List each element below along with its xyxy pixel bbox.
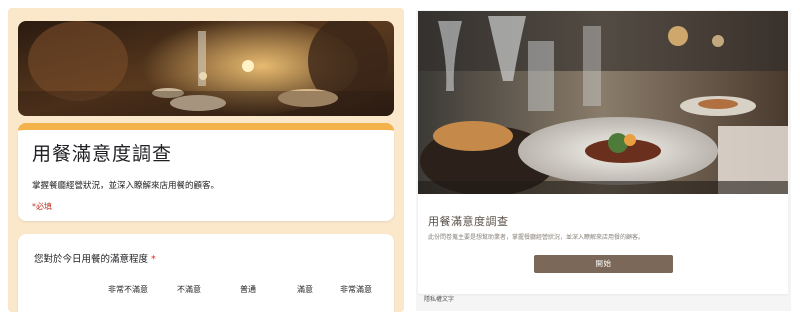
welcome-card: 用餐滿意度調查 此份問卷蒐主要是想幫助業者，掌握餐廳經營狀況，並深入瞭解來店用餐… bbox=[418, 194, 788, 294]
option-satisfied[interactable]: 滿意 bbox=[297, 284, 313, 295]
left-form-preview: 用餐滿意度調查 掌握餐廳經營狀況，並深入瞭解來店用餐的顧客。 *必填 您對於今日… bbox=[8, 8, 404, 312]
required-star: * bbox=[151, 254, 156, 265]
option-very-dissatisfied[interactable]: 非常不滿意 bbox=[108, 284, 148, 295]
form-title-alt: 用餐滿意度調查 bbox=[428, 215, 509, 228]
restaurant-photo bbox=[418, 11, 788, 194]
form-description-alt: 此份問卷蒐主要是想幫助業者，掌握餐廳經營狀況，並深入瞭解來店用餐的顧客。 bbox=[428, 234, 645, 241]
question-card: 您對於今日用餐的滿意程度 * 非常不滿意 不滿意 普通 滿意 非常滿意 bbox=[18, 234, 394, 312]
rating-scale: 非常不滿意 不滿意 普通 滿意 非常滿意 bbox=[34, 284, 388, 296]
option-neutral[interactable]: 普通 bbox=[240, 284, 256, 295]
form-header-card: 用餐滿意度調查 掌握餐廳經營狀況，並深入瞭解來店用餐的顧客。 *必填 bbox=[18, 123, 394, 221]
right-form-preview: 用餐滿意度調查 此份問卷蒐主要是想幫助業者，掌握餐廳經營狀況，並深入瞭解來店用餐… bbox=[416, 10, 791, 311]
option-very-satisfied[interactable]: 非常滿意 bbox=[340, 284, 372, 295]
header-banner-image bbox=[18, 21, 394, 116]
privacy-link[interactable]: 隱私權文字 bbox=[424, 294, 454, 303]
start-button[interactable]: 開始 bbox=[534, 255, 673, 273]
form-title: 用餐滿意度調查 bbox=[32, 143, 173, 165]
form-description: 掌握餐廳經營狀況，並深入瞭解來店用餐的顧客。 bbox=[32, 181, 220, 191]
question-text: 您對於今日用餐的滿意程度 bbox=[34, 254, 149, 265]
required-note: *必填 bbox=[32, 202, 52, 211]
option-dissatisfied[interactable]: 不滿意 bbox=[177, 284, 201, 295]
question-label: 您對於今日用餐的滿意程度 * bbox=[34, 251, 156, 265]
